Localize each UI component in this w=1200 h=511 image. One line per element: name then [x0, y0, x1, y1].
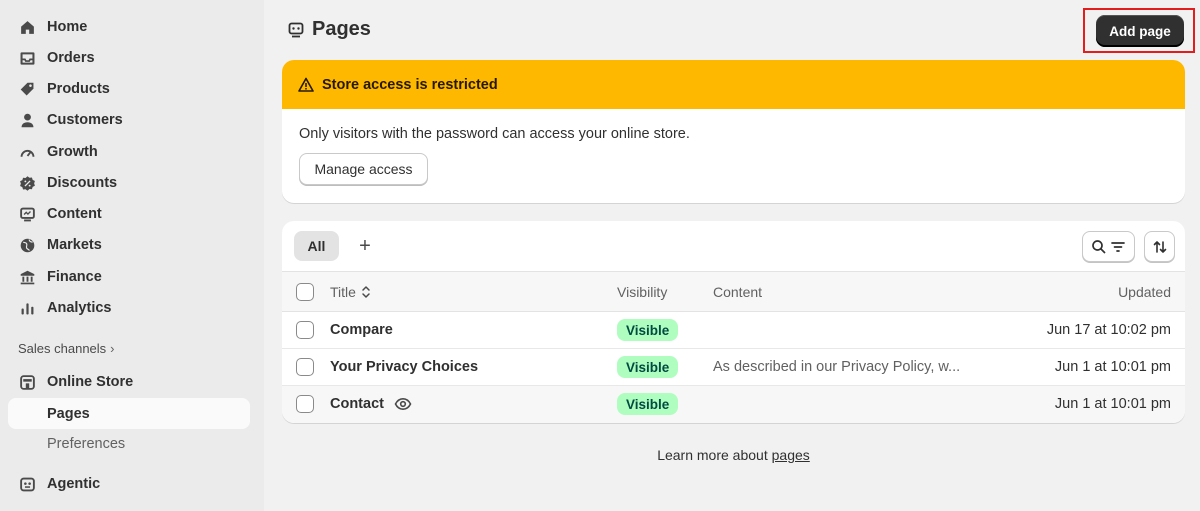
sidebar-item-customers[interactable]: Customers — [8, 105, 250, 135]
table-row[interactable]: Contact Visible Jun 1 at 10:01 pm — [282, 386, 1185, 423]
column-visibility: Visibility — [617, 284, 668, 300]
sidebar-item-label: Pages — [47, 405, 90, 422]
column-title[interactable]: Title — [330, 284, 372, 300]
sidebar-item-products[interactable]: Products — [8, 74, 250, 104]
store-access-banner: Store access is restricted Only visitors… — [282, 60, 1185, 203]
sidebar-item-pages[interactable]: Pages — [8, 398, 250, 429]
sidebar-item-discounts[interactable]: Discounts — [8, 168, 250, 198]
add-page-button[interactable]: Add page — [1096, 15, 1184, 47]
sidebar-item-label: Discounts — [47, 175, 118, 191]
sort-icon — [1153, 240, 1166, 253]
sidebar-item-content[interactable]: Content — [8, 199, 250, 229]
sidebar-item-label: Growth — [47, 144, 98, 160]
row-updated: Jun 17 at 10:02 pm — [1046, 322, 1171, 338]
bank-icon — [17, 267, 37, 287]
sidebar: Home Orders Products Customers Growth Di… — [0, 0, 264, 511]
globe-icon — [17, 235, 37, 255]
row-content: As described in our Privacy Policy, w... — [713, 359, 961, 375]
inbox-icon — [17, 48, 37, 68]
sidebar-item-label: Content — [47, 206, 102, 222]
status-badge: Visible — [617, 319, 679, 341]
sidebar-item-markets[interactable]: Markets — [8, 230, 250, 260]
sidebar-item-online-store[interactable]: Online Store — [8, 367, 250, 397]
pages-table-card: All + Title Visibility Content Updated C… — [282, 221, 1185, 423]
row-checkbox[interactable] — [296, 358, 314, 376]
status-badge: Visible — [617, 393, 679, 415]
row-checkbox[interactable] — [296, 395, 314, 413]
sidebar-item-agentic[interactable]: Agentic — [8, 469, 250, 499]
page-title: Pages — [288, 18, 371, 41]
banner-message: Only visitors with the password can acce… — [299, 126, 690, 142]
sidebar-item-label: Customers — [47, 112, 123, 128]
tab-all[interactable]: All — [294, 231, 339, 261]
column-title-label: Title — [330, 284, 356, 300]
chevron-right-icon: › — [110, 341, 115, 356]
warning-icon — [298, 77, 314, 92]
banner-title: Store access is restricted — [322, 76, 498, 93]
filter-icon — [1111, 241, 1125, 252]
page-title-text: Pages — [312, 18, 371, 40]
row-checkbox[interactable] — [296, 321, 314, 339]
sidebar-item-label: Agentic — [47, 476, 101, 492]
sidebar-item-label: Online Store — [47, 374, 134, 390]
discount-icon — [17, 173, 37, 193]
sidebar-item-home[interactable]: Home — [8, 12, 250, 42]
sidebar-item-label: Markets — [47, 237, 102, 253]
row-title-text: Compare — [330, 322, 393, 338]
eye-icon[interactable] — [394, 397, 412, 411]
sidebar-item-growth[interactable]: Growth — [8, 137, 250, 167]
agentic-icon — [17, 474, 37, 494]
banner-header: Store access is restricted — [282, 60, 1185, 109]
person-icon — [17, 110, 37, 130]
sidebar-item-label: Finance — [47, 269, 102, 285]
search-filter-button[interactable] — [1082, 231, 1135, 262]
select-all-checkbox[interactable] — [296, 283, 314, 301]
learn-more-link[interactable]: pages — [772, 447, 810, 463]
row-title[interactable]: Your Privacy Choices — [330, 359, 478, 375]
manage-access-button[interactable]: Manage access — [299, 153, 428, 185]
learn-more-text: Learn more about — [657, 447, 768, 463]
column-content: Content — [713, 284, 763, 300]
column-updated: Updated — [1118, 284, 1171, 300]
gauge-icon — [17, 142, 37, 162]
add-view-button[interactable]: + — [352, 233, 378, 259]
bar-chart-icon — [17, 298, 37, 318]
sales-channels-label: Sales channels — [18, 341, 107, 356]
sales-channels-header[interactable]: Sales channels › — [18, 341, 115, 356]
row-title-text: Your Privacy Choices — [330, 359, 479, 375]
sort-button[interactable] — [1144, 231, 1175, 262]
content-icon — [17, 204, 37, 224]
sidebar-item-analytics[interactable]: Analytics — [8, 293, 250, 323]
row-title-text: Contact — [330, 396, 384, 412]
sidebar-item-label: Analytics — [47, 300, 112, 316]
pages-icon — [288, 22, 304, 37]
home-icon — [17, 17, 37, 37]
row-updated: Jun 1 at 10:01 pm — [1054, 396, 1171, 412]
table-row[interactable]: Your Privacy Choices Visible As describe… — [282, 349, 1185, 386]
table-row[interactable]: Compare Visible Jun 17 at 10:02 pm — [282, 312, 1185, 349]
sort-chevrons-icon — [362, 286, 370, 298]
sidebar-item-label: Products — [47, 81, 110, 97]
sidebar-item-label: Home — [47, 19, 88, 35]
sidebar-item-finance[interactable]: Finance — [8, 262, 250, 292]
tag-icon — [17, 79, 37, 99]
learn-more: Learn more about pages — [0, 447, 1200, 463]
storefront-icon — [17, 372, 37, 392]
row-title[interactable]: Compare — [330, 322, 393, 338]
row-updated: Jun 1 at 10:01 pm — [1054, 359, 1171, 375]
row-title[interactable]: Contact — [330, 396, 412, 412]
search-icon — [1092, 239, 1106, 254]
sidebar-item-orders[interactable]: Orders — [8, 43, 250, 73]
table-header: Title Visibility Content Updated — [282, 271, 1185, 312]
sidebar-item-label: Orders — [47, 50, 95, 66]
status-badge: Visible — [617, 356, 679, 378]
